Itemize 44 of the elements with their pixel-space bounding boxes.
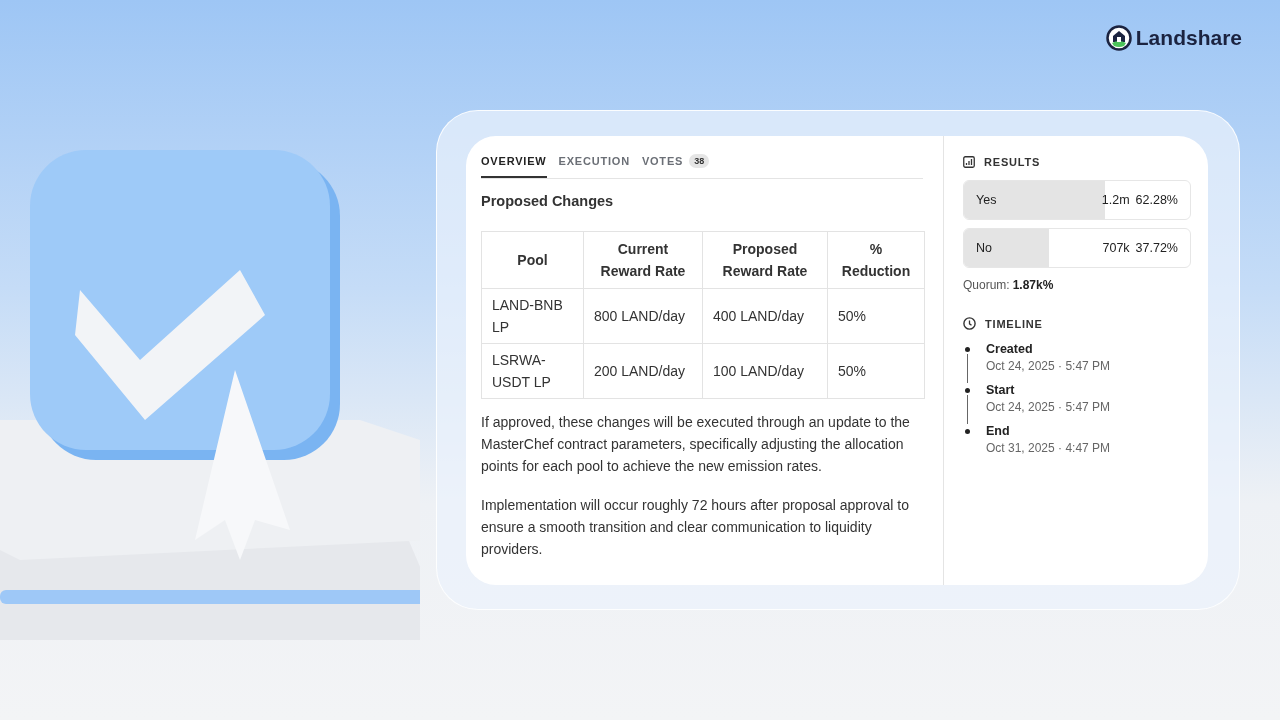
tab[interactable]: OVERVIEW: [481, 146, 547, 178]
event-label: Start: [986, 383, 1016, 397]
vote-percent: 37.72%: [1135, 241, 1178, 255]
results-heading: RESULTS: [984, 156, 1041, 168]
section-title: Proposed Changes: [481, 193, 615, 209]
table-cell: 400 LAND/day: [702, 288, 828, 344]
tab[interactable]: VOTES 38: [641, 146, 710, 178]
brand-name: Landshare: [1135, 26, 1242, 50]
quorum-value: 1.87k%: [1012, 278, 1054, 292]
timeline-dot: [965, 388, 970, 393]
bar-chart-icon: [963, 156, 975, 168]
table-cell: 50%: [827, 288, 925, 344]
vote-percent: 62.28%: [1135, 193, 1178, 207]
timeline-dot: [965, 429, 970, 434]
vote-amount: 1.2m: [1101, 193, 1130, 207]
house-logo-icon: [1105, 25, 1132, 51]
vote-amount: 707k: [1102, 241, 1130, 255]
table-cell: 800 LAND/day: [583, 288, 703, 344]
vote-count-badge: 38: [689, 154, 710, 168]
timeline-dot: [965, 347, 970, 352]
event-time: Oct 24, 2025 · 5:47 PM: [986, 400, 1111, 414]
paragraph: Implementation will occur roughly 72 hours after proposal approval to ensure a smooth transition and clear communication to liquidity providers.: [481, 496, 910, 559]
column-header: Current Reward Rate: [583, 231, 703, 289]
tab[interactable]: EXECUTION: [558, 146, 630, 178]
clock-icon: [963, 317, 976, 330]
table-cell: 50%: [827, 343, 925, 399]
column-header: Proposed Reward Rate: [702, 231, 828, 289]
event-time: Oct 24, 2025 · 5:47 PM: [986, 359, 1111, 373]
table-cell: LSRWA-USDT LP: [481, 343, 584, 399]
table-cell: 100 LAND/day: [702, 343, 828, 399]
event-time: Oct 31, 2025 · 4:47 PM: [986, 441, 1111, 455]
paragraph: If approved, these changes will be executed through an update to the MasterChef contract parameters, specifically adjusting the allocation points for each pool to achieve the new emission rates.: [481, 413, 911, 476]
vote-option: Yes: [976, 193, 1102, 207]
timeline-line: [967, 395, 968, 424]
timeline-line: [967, 354, 968, 383]
quorum-label: Quorum:: [963, 278, 1010, 292]
event-label: End: [986, 424, 1011, 438]
table-cell: 200 LAND/day: [583, 343, 703, 399]
column-header: % Reduction: [827, 231, 925, 289]
timeline-heading: TIMELINE: [985, 317, 1043, 330]
table-cell: LAND-BNB LP: [481, 288, 584, 344]
event-label: Created: [986, 342, 1034, 356]
vote-option: No: [976, 241, 1103, 255]
column-header: Pool: [481, 231, 584, 289]
